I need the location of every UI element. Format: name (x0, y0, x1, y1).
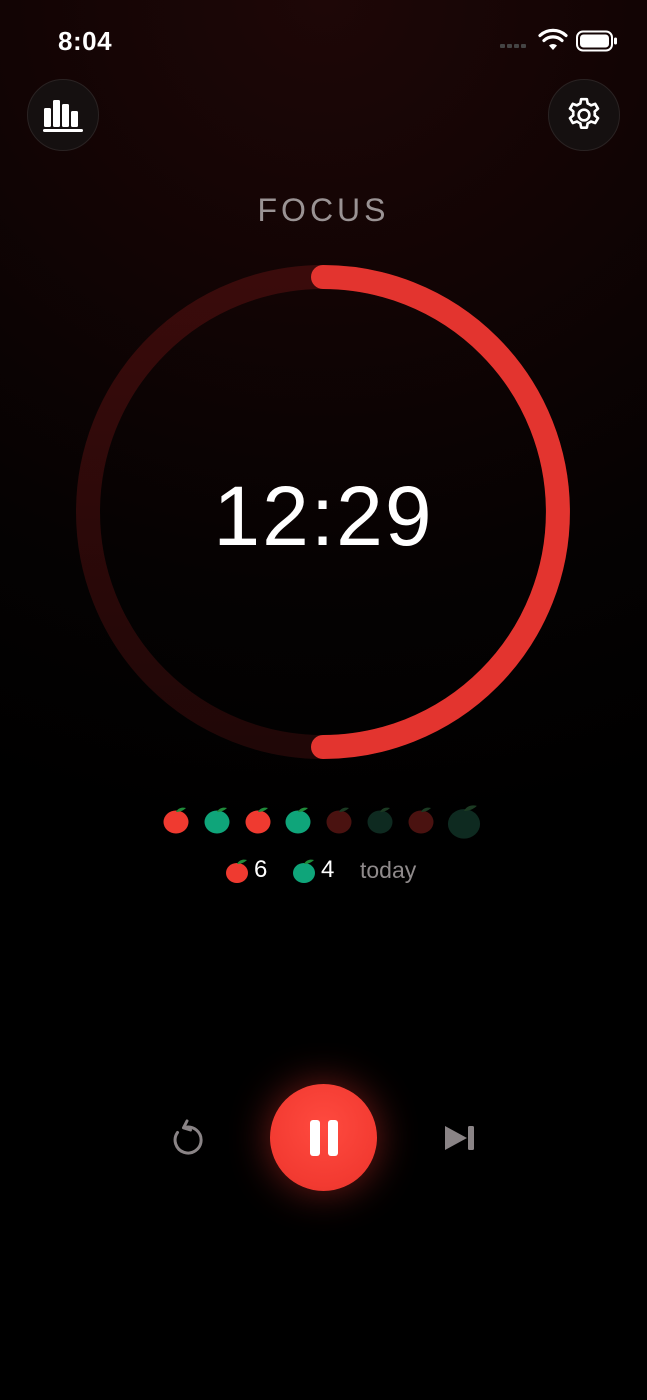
session-tomato-7 (408, 807, 434, 834)
status-bar: 8:04 (0, 0, 647, 80)
session-tomato-6 (367, 807, 393, 834)
timer-display: 12:29 (213, 469, 434, 563)
tomato-green-icon (293, 859, 315, 883)
session-tomato-8 (447, 805, 480, 839)
battery-icon (576, 30, 617, 52)
tomato-red-icon (226, 859, 248, 883)
wifi-icon (538, 28, 568, 50)
settings-button[interactable] (548, 79, 620, 151)
skip-button[interactable] (440, 1120, 480, 1156)
session-tomato-3 (245, 807, 271, 834)
focus-count: 6 (254, 856, 268, 883)
status-time: 8:04 (58, 26, 113, 56)
mode-label: FOCUS (257, 192, 390, 228)
stats-button[interactable] (27, 79, 99, 151)
bar-chart-icon (43, 100, 83, 132)
session-tracker (0, 798, 647, 842)
summary-period: today (360, 857, 417, 883)
skip-forward-icon (445, 1126, 474, 1150)
session-tomato-1 (163, 807, 189, 834)
session-tomato-2 (204, 807, 230, 834)
session-tomato-4 (285, 807, 311, 834)
break-count: 4 (321, 856, 335, 883)
pause-icon (309, 1119, 338, 1156)
reset-icon (173, 1119, 203, 1155)
cellular-signal-icon (500, 44, 526, 48)
pause-button[interactable] (270, 1084, 377, 1191)
daily-summary: 6 4 today (0, 852, 647, 888)
reset-button[interactable] (166, 1117, 210, 1161)
session-tomato-5 (326, 807, 352, 834)
gear-icon (568, 97, 600, 129)
